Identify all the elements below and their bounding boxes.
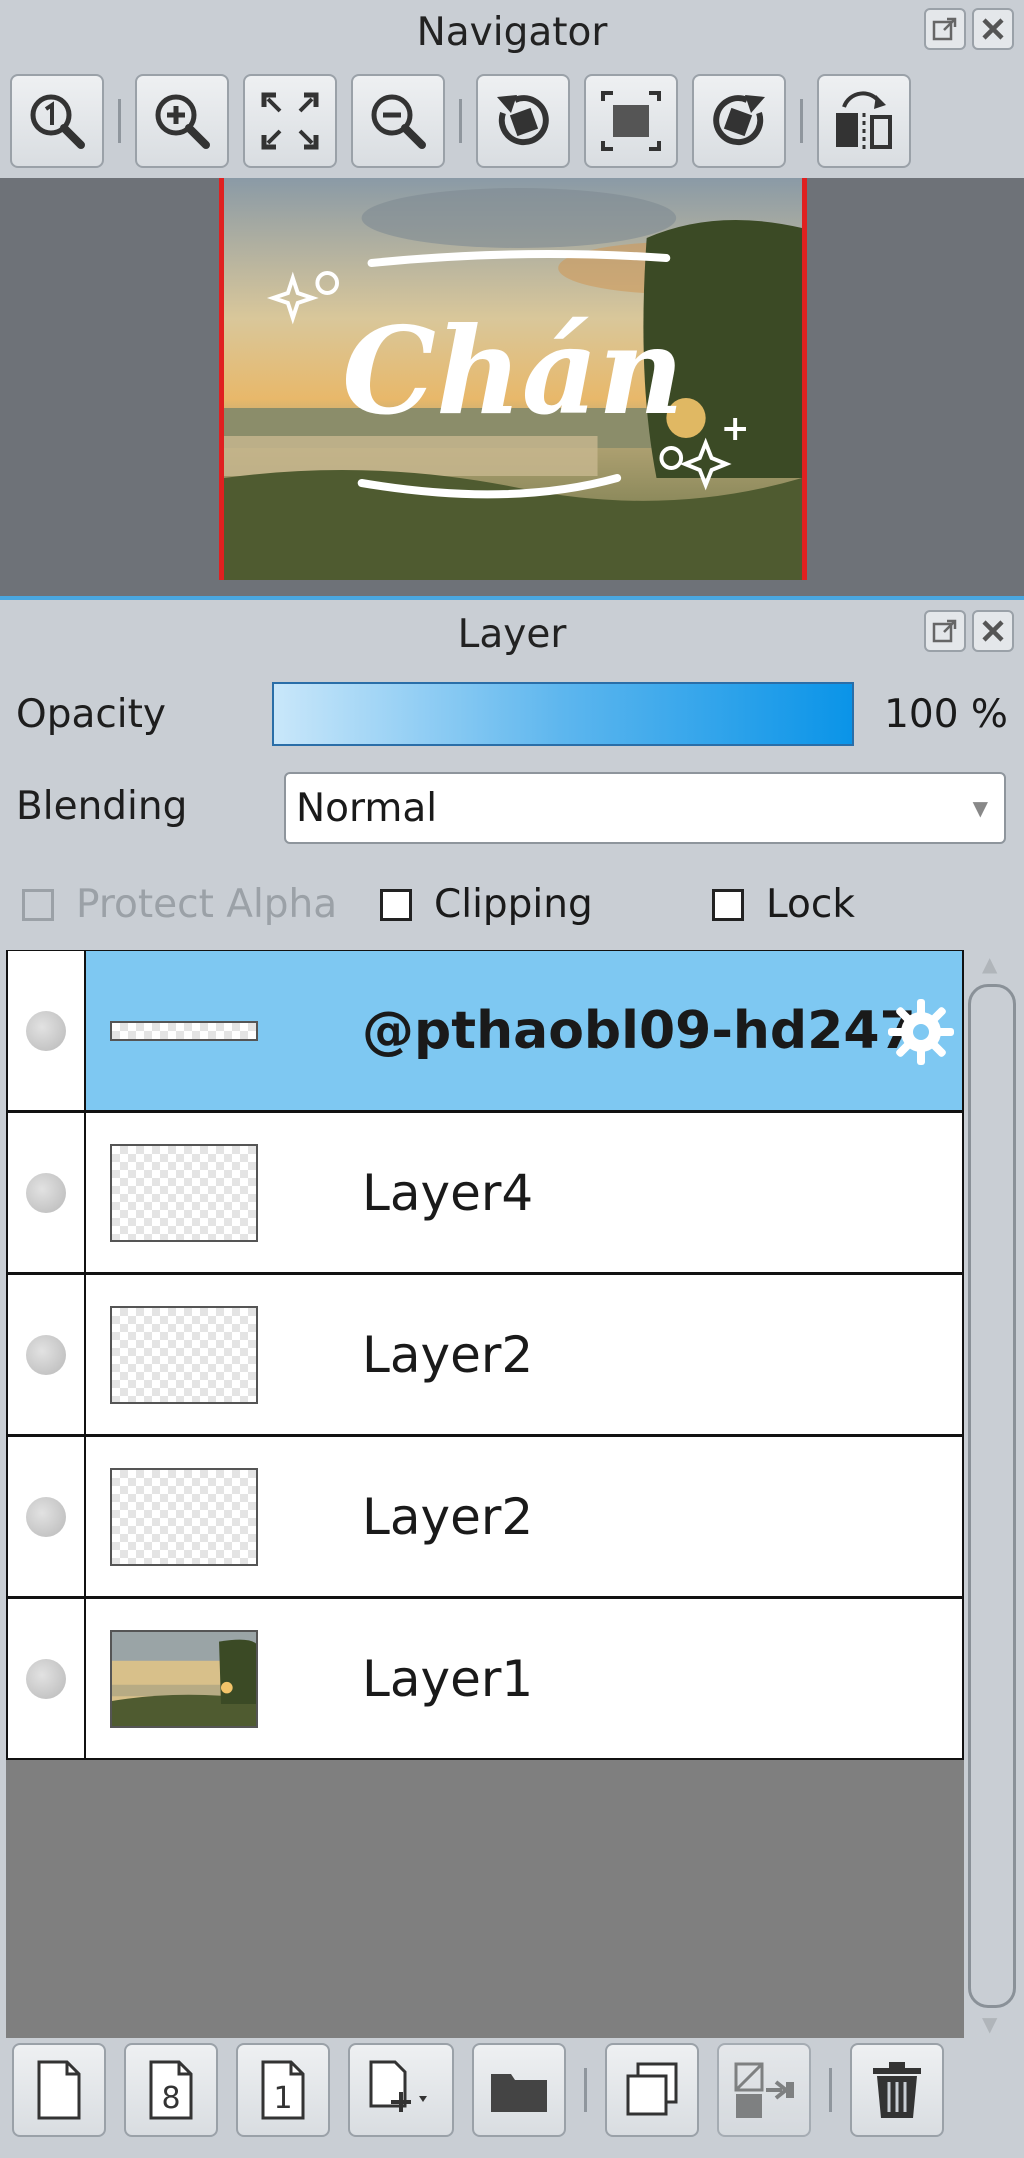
svg-text:1: 1	[273, 2081, 292, 2116]
navigator-window-controls	[924, 8, 1014, 50]
navigator-panel: Navigator Chán	[0, 0, 1024, 600]
fit-frame-icon[interactable]	[584, 74, 678, 168]
checkbox-box	[22, 888, 54, 921]
toolbar-separator	[459, 99, 462, 143]
close-icon[interactable]	[972, 610, 1014, 652]
blending-label: Blending	[16, 784, 188, 829]
layer-row[interactable]: Layer4	[6, 1112, 964, 1274]
blending-value: Normal	[296, 786, 438, 831]
checkbox-box	[380, 888, 412, 921]
navigator-viewport[interactable]: Chán	[0, 178, 1024, 596]
layer-options: Protect Alpha Clipping Lock	[22, 882, 1022, 934]
delete-layer-icon[interactable]	[850, 2043, 944, 2137]
opacity-value: 100 %	[884, 692, 1008, 737]
layer-thumbnail-image	[110, 1020, 258, 1041]
visibility-toggle[interactable]	[8, 951, 86, 1110]
visibility-toggle[interactable]	[8, 1437, 86, 1596]
scroll-up-icon[interactable]: ▲	[982, 952, 997, 976]
layer-thumbnail-image	[110, 1629, 258, 1728]
close-icon[interactable]	[972, 8, 1014, 50]
lock-checkbox[interactable]: Lock	[712, 882, 855, 927]
visibility-toggle[interactable]	[8, 1599, 86, 1758]
layer-window-controls	[924, 610, 1014, 652]
visibility-icon	[26, 1334, 66, 1375]
scroll-down-icon[interactable]: ▼	[982, 2012, 997, 2036]
detach-panel-icon[interactable]	[924, 8, 966, 50]
new-layer-icon[interactable]	[12, 2043, 106, 2137]
rotate-right-icon[interactable]	[692, 74, 786, 168]
fit-screen-icon[interactable]	[243, 74, 337, 168]
clipping-checkbox[interactable]: Clipping	[380, 882, 593, 927]
new-folder-icon[interactable]	[472, 2043, 566, 2137]
layer-thumbnail	[86, 951, 282, 1110]
layer-name: Layer1	[362, 1649, 534, 1708]
layer-list[interactable]: @pthaobl09-hd247 Layer4 Layer2 Layer2 La…	[6, 950, 964, 2038]
duplicate-layer-icon[interactable]	[605, 2043, 699, 2137]
layer-panel: Layer Opacity 100 % Blending Normal ▼ Pr…	[0, 600, 1024, 2158]
add-layer-menu-icon[interactable]	[348, 2043, 454, 2137]
layer-list-scrollbar[interactable]: ▲ ▼	[964, 950, 1020, 2038]
gear-icon[interactable]	[884, 995, 958, 1069]
layer-name: Layer2	[362, 1325, 534, 1384]
protect-alpha-checkbox[interactable]: Protect Alpha	[22, 882, 337, 927]
layer-panel-title: Layer	[457, 612, 567, 657]
layer-thumbnail-image	[110, 1467, 258, 1566]
opacity-label: Opacity	[16, 692, 167, 737]
scrollbar-thumb[interactable]	[968, 984, 1016, 2008]
svg-text:8: 8	[161, 2081, 180, 2116]
toolbar-separator	[829, 2068, 832, 2112]
flip-horizontal-icon[interactable]	[817, 74, 911, 168]
chevron-down-icon: ▼	[972, 796, 988, 820]
protect-alpha-label: Protect Alpha	[76, 882, 338, 927]
layer-name: @pthaobl09-hd247	[362, 1000, 916, 1061]
layer-row[interactable]: @pthaobl09-hd247	[6, 950, 964, 1112]
clipping-label: Clipping	[434, 882, 593, 927]
zoom-out-icon[interactable]	[351, 74, 445, 168]
zoom-actual-icon[interactable]	[10, 74, 104, 168]
layer-toolbar: 8 1	[12, 2040, 962, 2140]
preview-title-text: Chán	[342, 301, 684, 442]
checkbox-box	[712, 888, 744, 921]
visibility-toggle[interactable]	[8, 1275, 86, 1434]
layer-row[interactable]: Layer1	[6, 1598, 964, 1760]
navigator-title: Navigator	[416, 10, 608, 55]
new-1bit-layer-icon[interactable]: 1	[236, 2043, 330, 2137]
layer-thumbnail	[86, 1275, 282, 1434]
visibility-icon	[26, 1010, 66, 1051]
navigator-preview[interactable]: Chán	[219, 178, 807, 580]
opacity-slider[interactable]	[272, 682, 854, 746]
navigator-toolbar	[10, 74, 925, 168]
layer-name: Layer4	[362, 1163, 534, 1222]
layer-row[interactable]: Layer2	[6, 1274, 964, 1436]
layer-thumbnail	[86, 1437, 282, 1596]
toolbar-separator	[800, 99, 803, 143]
lock-label: Lock	[766, 882, 855, 927]
new-8bit-layer-icon[interactable]: 8	[124, 2043, 218, 2137]
layer-row[interactable]: Layer2	[6, 1436, 964, 1598]
layer-thumbnail	[86, 1113, 282, 1272]
toolbar-separator	[118, 99, 121, 143]
visibility-icon	[26, 1658, 66, 1699]
zoom-in-icon[interactable]	[135, 74, 229, 168]
detach-panel-icon[interactable]	[924, 610, 966, 652]
layer-thumbnail	[86, 1599, 282, 1758]
toolbar-separator	[584, 2068, 587, 2112]
visibility-toggle[interactable]	[8, 1113, 86, 1272]
merge-down-icon[interactable]	[717, 2043, 811, 2137]
layer-thumbnail-image	[110, 1143, 258, 1242]
layer-name: Layer2	[362, 1487, 534, 1546]
blending-select[interactable]: Normal ▼	[284, 772, 1006, 844]
rotate-left-icon[interactable]	[476, 74, 570, 168]
visibility-icon	[26, 1172, 66, 1213]
visibility-icon	[26, 1496, 66, 1537]
layer-thumbnail-image	[110, 1305, 258, 1404]
